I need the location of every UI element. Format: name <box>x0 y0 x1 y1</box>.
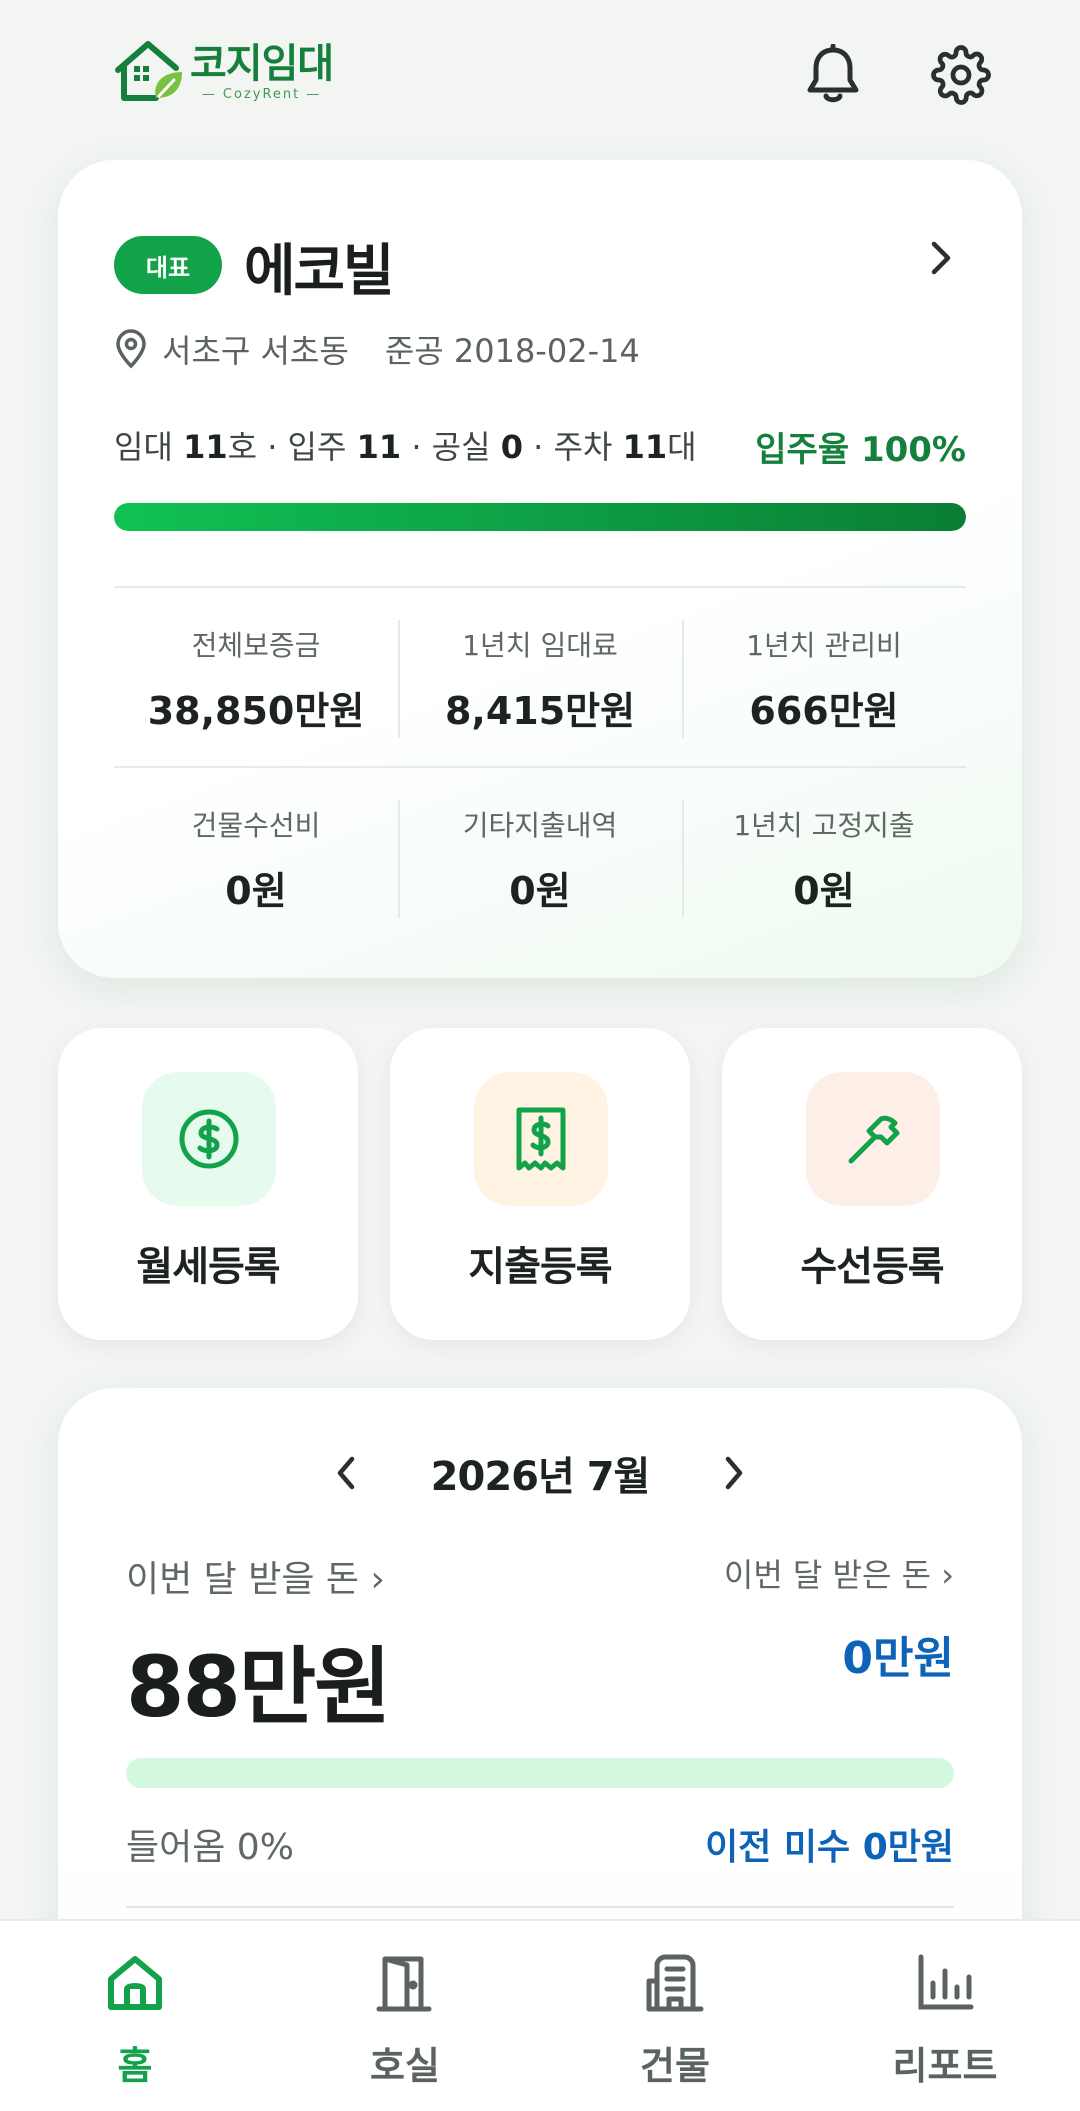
vacant-count: 0 <box>500 428 523 466</box>
metric-repair-cost[interactable]: 건물수선비 0원 <box>114 800 398 915</box>
occupancy-progress-fill <box>114 503 966 531</box>
settings-gear-icon[interactable] <box>928 42 994 108</box>
app-header: 코지임대 — CozyRent — <box>0 0 1080 150</box>
metric-other-expenses[interactable]: 기타지출내역 0원 <box>398 800 682 918</box>
metric-fixed-expenses[interactable]: 1년치 고정지출 0원 <box>682 800 966 918</box>
primary-badge: 대표 <box>114 236 222 294</box>
nav-report[interactable]: 리포트 <box>810 1921 1080 2111</box>
metric-total-deposit[interactable]: 전체보증금 38,850만원 <box>114 620 398 735</box>
building-address: 서초구 서초동 <box>162 332 349 370</box>
register-repair-button[interactable]: 수선등록 <box>722 1028 1022 1340</box>
prev-month-chevron-icon[interactable] <box>321 1448 371 1498</box>
rent-count: 11 <box>183 428 228 466</box>
logo-subtitle: — CozyRent — <box>201 86 322 102</box>
logo-title: 코지임대 <box>190 40 334 87</box>
nav-home[interactable]: 홈 <box>0 1921 270 2111</box>
received-this-month-link[interactable]: 이번 달 받은 돈 › <box>724 1550 954 1596</box>
built-date: 준공 2018-02-14 <box>384 332 640 370</box>
chevron-right-icon[interactable] <box>910 228 970 288</box>
collection-progress-bar <box>126 1758 954 1788</box>
parking-count: 11 <box>622 428 668 466</box>
occupied-count: 11 <box>356 428 402 466</box>
bottom-navigation: 홈 호실 건물 리포트 <box>0 1919 1080 2111</box>
nav-units[interactable]: 호실 <box>270 1921 540 2111</box>
register-rent-button[interactable]: 월세등록 <box>58 1028 358 1340</box>
month-navigator: 2026년 7월 <box>58 1444 1022 1502</box>
register-expense-button[interactable]: 지출등록 <box>390 1028 690 1340</box>
metrics-row-2: 건물수선비 0원 기타지출내역 0원 1년치 고정지출 0원 <box>114 800 966 918</box>
building-icon <box>639 1947 711 2019</box>
hammer-icon <box>806 1072 940 1206</box>
building-name: 에코빌 <box>244 239 395 304</box>
bar-chart-icon <box>909 1947 981 2019</box>
metric-annual-maintenance[interactable]: 1년치 관리비 666만원 <box>682 620 966 738</box>
location-pin-icon <box>116 329 146 369</box>
divider <box>114 586 966 588</box>
door-icon <box>369 1947 441 2019</box>
notification-bell-icon[interactable] <box>800 42 866 108</box>
receipt-dollar-icon <box>474 1072 608 1206</box>
building-summary-card[interactable]: 대표 에코빌 서초구 서초동 준공 2018-02-14 임대 11호 · 입주… <box>58 160 1022 978</box>
month-title: 2026년 7월 <box>430 1454 651 1500</box>
app-logo[interactable]: 코지임대 — CozyRent — <box>112 36 334 106</box>
nav-buildings[interactable]: 건물 <box>540 1921 810 2111</box>
divider <box>126 1906 954 1908</box>
address-row: 서초구 서초동 준공 2018-02-14 <box>114 326 640 372</box>
house-leaf-logo-icon <box>115 41 182 101</box>
next-month-chevron-icon[interactable] <box>709 1448 759 1498</box>
collected-percent: 들어옴 0% <box>126 1827 294 1868</box>
dollar-circle-icon <box>142 1072 276 1206</box>
due-amount: 88만원 <box>126 1638 391 1736</box>
due-this-month-link[interactable]: 이번 달 받을 돈 › <box>126 1550 385 1602</box>
occupancy-rate: 입주율 100% <box>755 430 966 470</box>
metric-annual-rent[interactable]: 1년치 임대료 8,415만원 <box>398 620 682 738</box>
unit-stats: 임대 11호 · 입주 11 · 공실 0 · 주차 11대 <box>114 428 697 466</box>
divider <box>114 766 966 768</box>
occupancy-progress-bar <box>114 503 966 531</box>
home-icon <box>99 1947 171 2019</box>
previous-unpaid-link[interactable]: 이전 미수 0만원 <box>705 1818 954 1870</box>
received-amount: 0만원 <box>842 1633 954 1684</box>
metrics-row-1: 전체보증금 38,850만원 1년치 임대료 8,415만원 1년치 관리비 6… <box>114 620 966 738</box>
